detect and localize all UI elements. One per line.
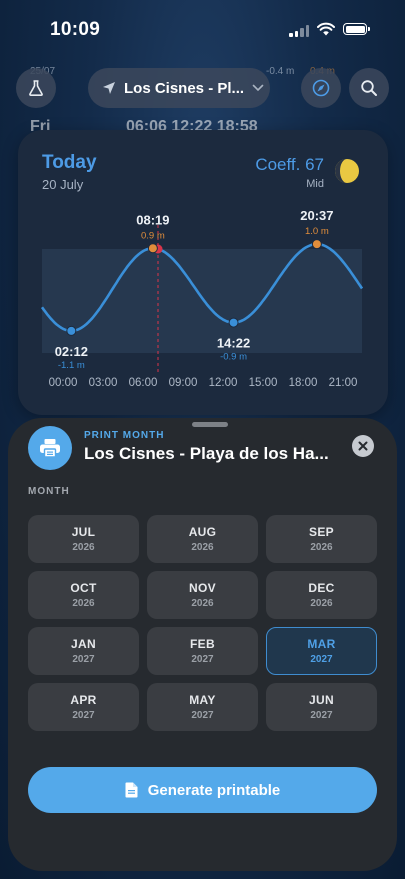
x-axis-tick-label: 18:00: [289, 377, 318, 389]
month-year: 2026: [72, 598, 95, 609]
document-icon: [125, 782, 138, 798]
high-tide-marker: [147, 243, 158, 254]
close-button[interactable]: [352, 435, 374, 457]
tide-time-label: 20:37: [300, 208, 333, 223]
month-year: 2026: [191, 542, 214, 553]
location-selector[interactable]: Los Cisnes - Pl...: [88, 68, 270, 108]
month-name: MAY: [189, 693, 216, 707]
sheet-eyebrow: PRINT MONTH: [84, 430, 165, 441]
tide-height-label: 0.9 m: [141, 230, 165, 241]
compass-icon: [312, 79, 330, 97]
high-tide-marker: [311, 239, 322, 250]
tide-time-label: 14:22: [217, 336, 250, 351]
x-axis-tick-label: 12:00: [209, 377, 238, 389]
month-button-feb-2027[interactable]: FEB 2027: [147, 627, 258, 675]
x-axis-tick-label: 21:00: [329, 377, 358, 389]
tide-time-label: 08:19: [136, 212, 169, 227]
month-name: SEP: [309, 525, 334, 539]
month-year: 2027: [191, 710, 214, 721]
tide-height-label: 1.0 m: [305, 226, 329, 237]
flask-icon: [29, 80, 43, 96]
month-name: JAN: [71, 637, 96, 651]
month-name: DEC: [308, 581, 335, 595]
month-button-jan-2027[interactable]: JAN 2027: [28, 627, 139, 675]
generate-printable-button[interactable]: Generate printable: [28, 767, 377, 813]
x-axis-tick-label: 06:00: [129, 377, 158, 389]
low-tide-marker: [228, 317, 239, 328]
sheet-grabber[interactable]: [192, 422, 228, 427]
moon-phase-icon: [335, 159, 359, 183]
month-name: JUL: [71, 525, 96, 539]
chevron-down-icon: [252, 84, 264, 92]
month-year: 2026: [310, 542, 333, 553]
print-month-sheet: PRINT MONTH Los Cisnes - Playa de los Ha…: [8, 418, 397, 871]
water-level-band: [42, 248, 362, 353]
month-year: 2027: [310, 710, 333, 721]
tide-card[interactable]: 02:12 -1.1 m 08:19 0.9 m 14:22 -0.9 m 20:37 1.0…: [18, 130, 388, 415]
month-button-mar-2027[interactable]: MAR 2027: [266, 627, 377, 675]
month-button-may-2027[interactable]: MAY 2027: [147, 683, 258, 731]
printer-icon: [40, 439, 60, 458]
x-axis-tick-label: 03:00: [89, 377, 118, 389]
month-button-apr-2027[interactable]: APR 2027: [28, 683, 139, 731]
month-name: MAR: [307, 637, 336, 651]
status-time: 10:09: [50, 19, 101, 40]
low-tide-marker: [66, 325, 77, 336]
month-year: 2027: [72, 654, 95, 665]
coefficient-label: Coeff. 67: [255, 155, 324, 174]
month-name: OCT: [70, 581, 97, 595]
month-year: 2027: [191, 654, 214, 665]
sheet-title: Los Cisnes - Playa de los Ha...: [84, 444, 329, 463]
wifi-icon: [317, 22, 335, 36]
month-button-aug-2026[interactable]: AUG 2026: [147, 515, 258, 563]
location-name: Los Cisnes - Pl...: [124, 79, 245, 97]
generate-printable-label: Generate printable: [147, 781, 281, 799]
month-year: 2027: [310, 654, 333, 665]
close-icon: [358, 441, 368, 451]
cellular-signal-icon: [289, 25, 311, 37]
search-icon: [361, 80, 377, 96]
month-name: NOV: [189, 581, 216, 595]
month-year: 2026: [191, 598, 214, 609]
month-name: FEB: [190, 637, 215, 651]
status-bar: 10:09: [0, 0, 405, 56]
day-label: Today: [42, 152, 97, 173]
tide-time-label: 02:12: [55, 344, 88, 359]
tide-height-label: -0.9 m: [220, 352, 247, 363]
month-year: 2026: [72, 542, 95, 553]
background-row-height: -0.4 m: [266, 66, 295, 77]
battery-icon: [343, 23, 370, 35]
x-axis-tick-label: 15:00: [249, 377, 278, 389]
month-button-jun-2027[interactable]: JUN 2027: [266, 683, 377, 731]
month-button-jul-2026[interactable]: JUL 2026: [28, 515, 139, 563]
compass-button[interactable]: [301, 68, 341, 108]
coefficient-level: Mid: [306, 178, 324, 190]
tide-height-label: -1.1 m: [58, 360, 85, 371]
month-button-dec-2026[interactable]: DEC 2026: [266, 571, 377, 619]
x-axis-tick-label: 09:00: [169, 377, 198, 389]
month-section-label: MONTH: [28, 486, 70, 497]
month-name: JUN: [309, 693, 334, 707]
month-button-nov-2026[interactable]: NOV 2026: [147, 571, 258, 619]
printer-icon-badge: [28, 426, 72, 470]
month-button-oct-2026[interactable]: OCT 2026: [28, 571, 139, 619]
month-button-sep-2026[interactable]: SEP 2026: [266, 515, 377, 563]
lab-button[interactable]: [16, 68, 56, 108]
month-year: 2027: [72, 710, 95, 721]
search-button[interactable]: [349, 68, 389, 108]
date-label: 20 July: [42, 177, 84, 192]
x-axis-tick-label: 00:00: [49, 377, 78, 389]
month-year: 2026: [310, 598, 333, 609]
month-name: AUG: [188, 525, 217, 539]
location-arrow-icon: [103, 82, 115, 94]
month-name: APR: [70, 693, 97, 707]
